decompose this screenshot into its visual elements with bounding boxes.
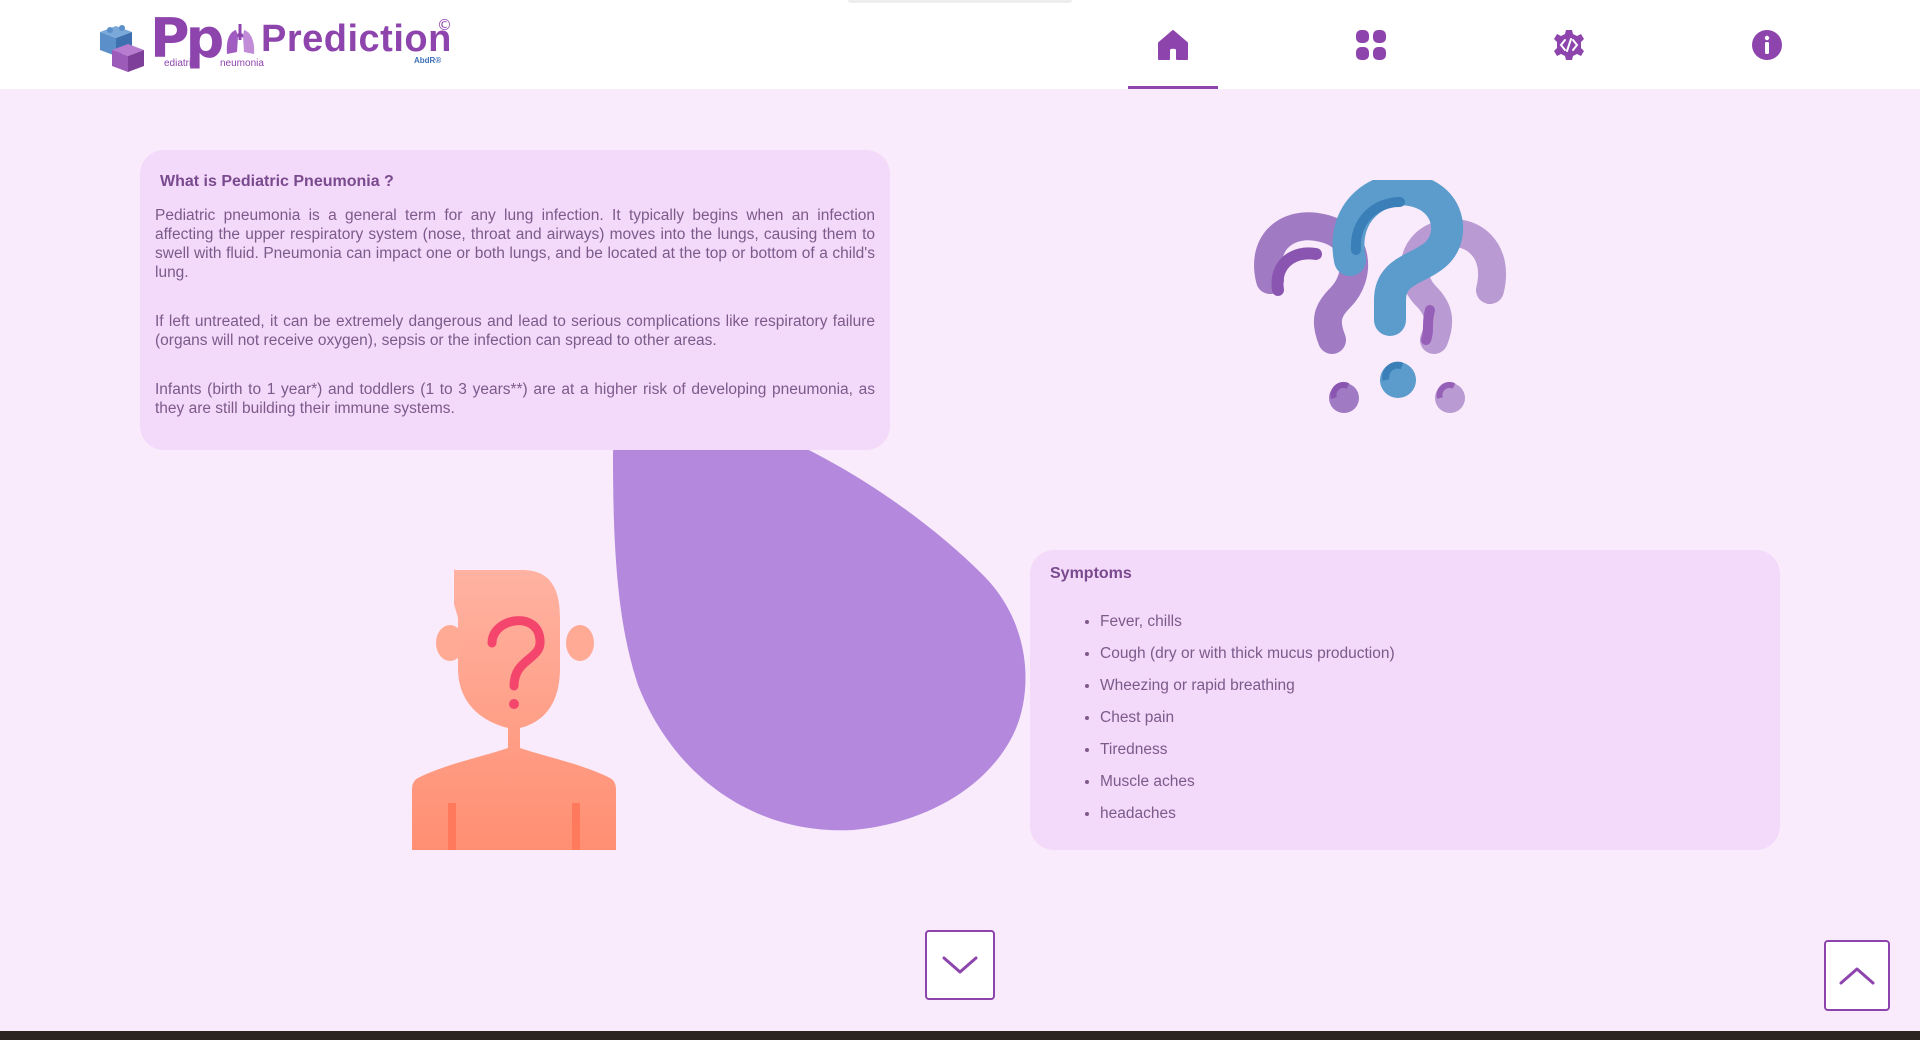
chevron-down-icon [942, 956, 978, 974]
cubes-logo-icon [100, 25, 144, 72]
list-item: headaches [1100, 798, 1395, 830]
footer-strip [0, 1031, 1920, 1040]
info-icon [1752, 29, 1782, 60]
code-gear-icon [1554, 29, 1584, 60]
lungs-logo-icon [226, 24, 255, 54]
list-item: Muscle aches [1100, 766, 1395, 798]
scroll-down-button[interactable] [925, 930, 995, 1000]
nav-home[interactable] [1128, 0, 1218, 89]
scroll-to-top-button[interactable] [1824, 940, 1890, 1011]
about-title: What is Pediatric Pneumonia ? [160, 173, 394, 190]
about-paragraph: Pediatric pneumonia is a general term fo… [155, 207, 875, 281]
logo-subtitle-left: ediatric [164, 58, 197, 69]
logo-copyright: © [437, 16, 452, 34]
list-item: Cough (dry or with thick mucus productio… [1100, 638, 1395, 670]
about-paragraph: If left untreated, it can be extremely d… [155, 313, 875, 349]
symptoms-title: Symptoms [1050, 565, 1132, 582]
nav-apps[interactable] [1326, 0, 1416, 89]
logo-word: Prediction [261, 18, 452, 60]
question-marks-icon [1254, 180, 1506, 413]
about-card: What is Pediatric Pneumonia ? Pediatric … [140, 150, 890, 450]
top-tab [848, 0, 1072, 3]
nav-developer[interactable] [1524, 0, 1614, 89]
header: Pp Prediction © ediatric neumonia AbdR® [0, 0, 1920, 89]
list-item: Wheezing or rapid breathing [1100, 670, 1395, 702]
logo[interactable]: Pp Prediction © ediatric neumonia AbdR® [98, 12, 453, 74]
home-icon [1158, 29, 1188, 60]
list-item: Chest pain [1100, 702, 1395, 734]
person-question-icon [412, 550, 616, 850]
purple-blob [613, 401, 1026, 831]
list-item: Fever, chills [1100, 606, 1395, 638]
chevron-up-icon [1839, 967, 1875, 984]
symptoms-card: Symptoms Fever, chills Cough (dry or wit… [1030, 550, 1780, 850]
list-item: Tiredness [1100, 734, 1395, 766]
about-paragraph: Infants (birth to 1 year*) and toddlers … [155, 381, 875, 417]
logo-subtitle-right: neumonia [220, 58, 264, 69]
logo-author: AbdR® [414, 56, 442, 65]
symptoms-list: Fever, chills Cough (dry or with thick m… [1100, 606, 1395, 830]
grid-icon [1356, 29, 1386, 60]
nav-info[interactable] [1722, 0, 1812, 89]
